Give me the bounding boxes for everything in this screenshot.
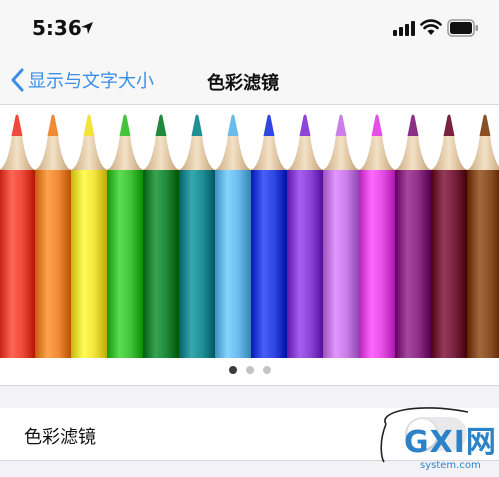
- pencil-12: [395, 114, 431, 358]
- pencil-swatches: [0, 114, 499, 358]
- color-filter-row: 色彩滤镜: [0, 408, 499, 461]
- pencil-11: [359, 114, 395, 358]
- pencil-6: [179, 114, 215, 358]
- chevron-left-icon: [11, 68, 24, 92]
- pencil-9: [287, 114, 323, 358]
- battery-icon: [447, 19, 478, 37]
- status-time: 5:36: [32, 16, 82, 40]
- navigation-bar: 显示与文字大小 色彩滤镜: [0, 56, 499, 105]
- page-dot-1[interactable]: [228, 366, 237, 374]
- pencil-1: [0, 114, 35, 358]
- page-dot-3[interactable]: [262, 366, 271, 374]
- color-filter-label: 色彩滤镜: [24, 427, 96, 448]
- pencil-14: [467, 114, 499, 358]
- page-title: 色彩滤镜: [207, 73, 279, 94]
- status-bar: 5:36: [0, 0, 499, 56]
- page-control[interactable]: [0, 363, 499, 377]
- pencil-2: [35, 114, 71, 358]
- pencil-8: [251, 114, 287, 358]
- back-button[interactable]: 显示与文字大小: [10, 64, 154, 96]
- location-arrow-icon: [81, 22, 93, 34]
- signal-bars-icon: [393, 21, 415, 36]
- pencil-3: [71, 114, 107, 358]
- wifi-icon: [420, 19, 442, 35]
- pencil-10: [323, 114, 359, 358]
- pencil-4: [107, 114, 143, 358]
- back-label: 显示与文字大小: [28, 71, 154, 92]
- bottom-background: [0, 461, 499, 477]
- pencil-13: [431, 114, 467, 358]
- pencil-5: [143, 114, 179, 358]
- toggle-knob: [407, 419, 437, 449]
- page-dot-2[interactable]: [245, 366, 254, 374]
- color-filter-toggle[interactable]: [405, 417, 467, 451]
- color-filter-preview[interactable]: [0, 105, 499, 385]
- pencil-7: [215, 114, 251, 358]
- section-separator: [0, 385, 499, 409]
